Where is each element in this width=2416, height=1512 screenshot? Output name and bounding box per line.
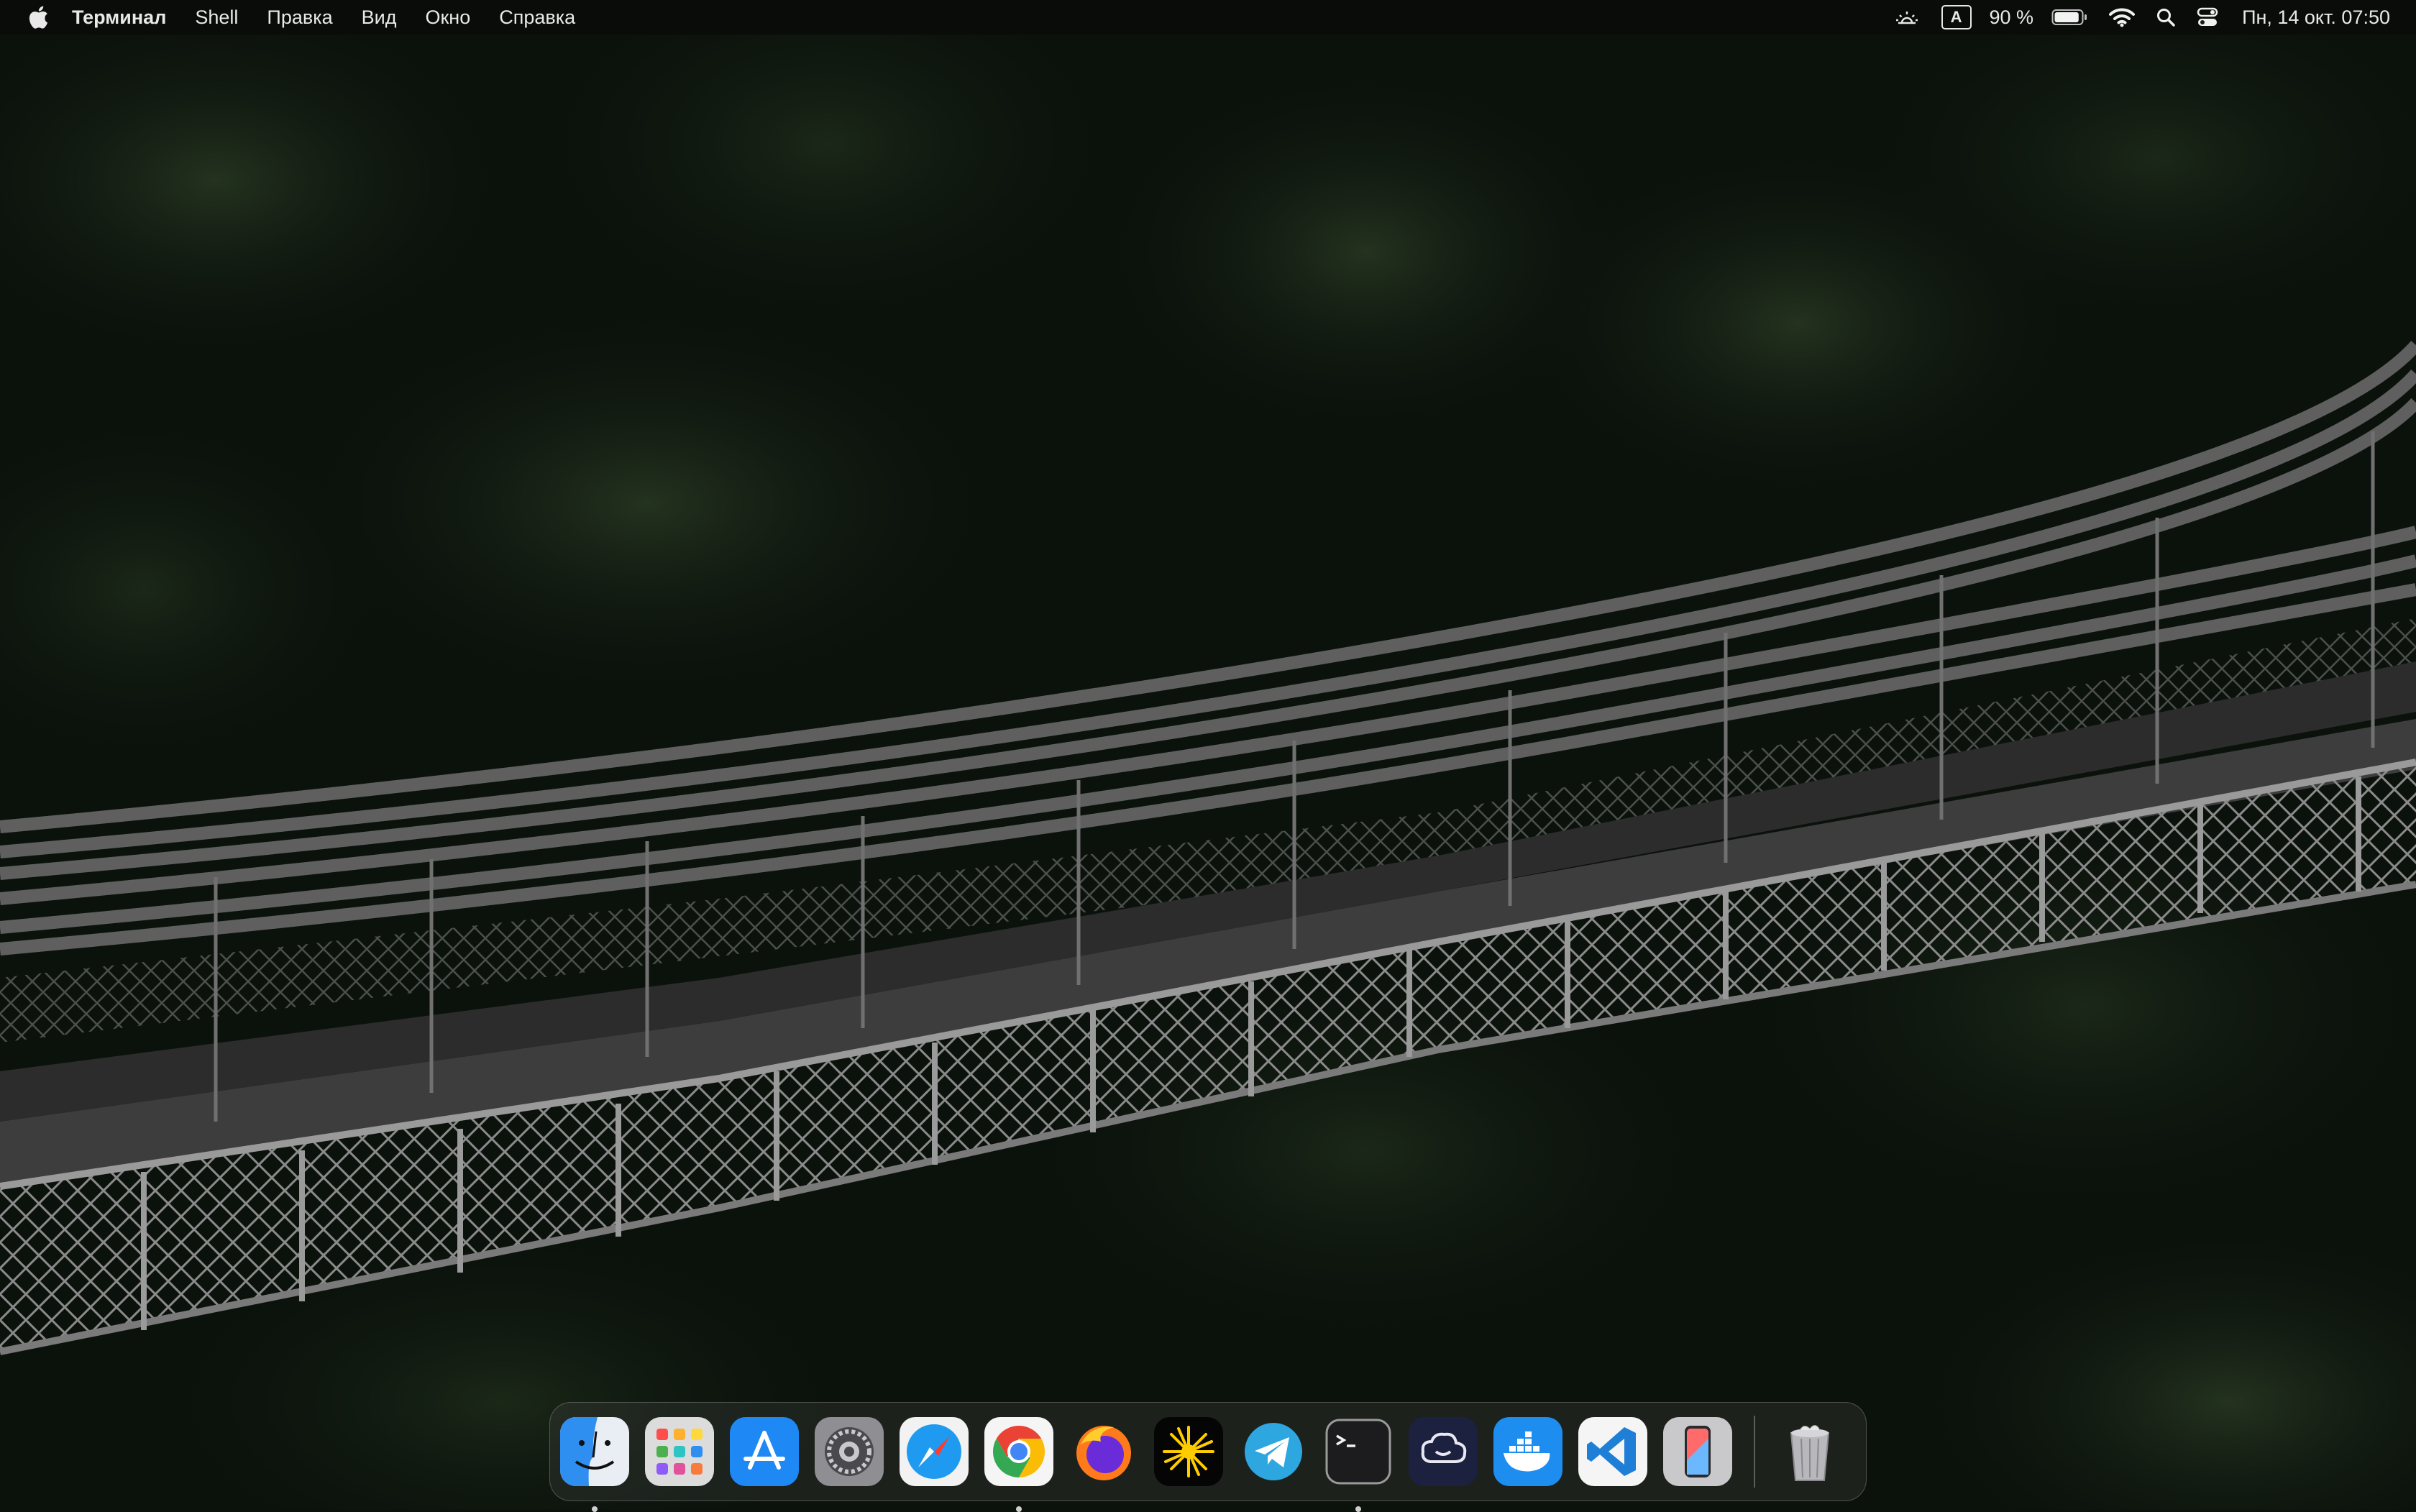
dock-spark[interactable] <box>1154 1417 1223 1486</box>
menu-shell[interactable]: Shell <box>180 0 252 35</box>
dock-vscode[interactable] <box>1578 1417 1647 1486</box>
bridge-forest-wallpaper <box>0 0 2416 1510</box>
dock-chatgpt[interactable] <box>1409 1417 1478 1486</box>
display-brightness-icon[interactable] <box>1883 0 1931 35</box>
menu-window[interactable]: Окно <box>411 0 485 35</box>
keyboard-layout-indicator[interactable]: A <box>1931 0 1982 35</box>
system-settings-icon <box>815 1417 884 1486</box>
app-store-icon <box>730 1417 799 1486</box>
dock-docker[interactable] <box>1493 1417 1562 1486</box>
menu-app-name[interactable]: Терминал <box>58 0 180 35</box>
dock-separator <box>1754 1416 1755 1488</box>
menu-edit[interactable]: Правка <box>252 0 347 35</box>
dock <box>549 1402 1867 1512</box>
dock-system-settings[interactable] <box>815 1417 884 1486</box>
docker-icon <box>1493 1417 1562 1486</box>
safari-icon <box>900 1417 969 1486</box>
apple-icon[interactable] <box>20 0 58 35</box>
trash-icon <box>1790 1425 1830 1481</box>
dock-launchpad[interactable] <box>645 1417 714 1486</box>
dock-firefox[interactable] <box>1069 1417 1138 1486</box>
finder-icon <box>560 1417 629 1486</box>
dock-finder[interactable] <box>560 1417 629 1512</box>
running-indicator <box>1355 1506 1361 1512</box>
menu-view[interactable]: Вид <box>347 0 411 35</box>
menu-bar-status: A 90 % Пн, 14 окт. 07:50 <box>1883 0 2416 35</box>
dock-app-store[interactable] <box>730 1417 799 1486</box>
spark-icon <box>1154 1417 1223 1486</box>
spotlight-search-icon[interactable] <box>2146 0 2186 35</box>
firefox-icon <box>1076 1426 1131 1480</box>
dock-safari[interactable] <box>900 1417 969 1486</box>
menu-bar-clock[interactable]: Пн, 14 окт. 07:50 <box>2229 0 2416 35</box>
terminal-icon <box>1325 1419 1391 1485</box>
dock-terminal[interactable] <box>1324 1417 1393 1512</box>
control-center-icon[interactable] <box>2186 0 2229 35</box>
dock-telegram[interactable] <box>1239 1417 1308 1486</box>
vscode-icon <box>1578 1417 1647 1486</box>
desktop-wallpaper <box>0 0 2416 1510</box>
running-indicator <box>1016 1506 1022 1512</box>
menu-help[interactable]: Справка <box>485 0 590 35</box>
dock-iphone-mirroring[interactable] <box>1663 1417 1732 1486</box>
telegram-icon <box>1245 1423 1302 1480</box>
wifi-icon[interactable] <box>2098 0 2146 35</box>
chatgpt-icon <box>1409 1417 1478 1486</box>
chrome-icon <box>984 1417 1053 1486</box>
menu-bar-left: Терминал Shell Правка Вид Окно Справка <box>0 0 590 35</box>
battery-icon[interactable] <box>2041 0 2098 35</box>
dock-trash[interactable] <box>1775 1417 1844 1486</box>
running-indicator <box>592 1506 598 1512</box>
keyboard-layout-label: A <box>1941 5 1972 29</box>
battery-percent[interactable]: 90 % <box>1982 0 2041 35</box>
dock-chrome[interactable] <box>984 1417 1053 1512</box>
iphone-mirroring-icon <box>1663 1417 1732 1486</box>
menu-bar: Терминал Shell Правка Вид Окно Справка A… <box>0 0 2416 35</box>
launchpad-icon <box>645 1417 714 1486</box>
